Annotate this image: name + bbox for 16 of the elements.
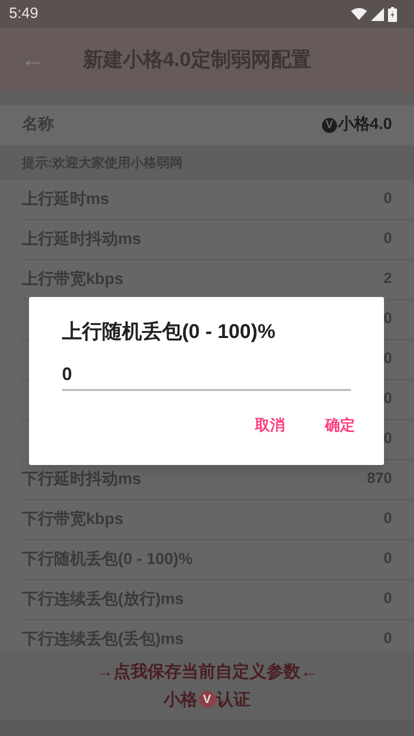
battery-icon <box>388 6 397 22</box>
v-badge: V <box>322 118 337 132</box>
save-text: →点我保存当前自定义参数← <box>96 661 318 683</box>
status-time: 5:49 <box>9 4 38 24</box>
back-button[interactable]: ← <box>0 28 66 92</box>
dialog-title: 上行随机丢包(0 - 100)% <box>62 320 276 345</box>
name-value: 小格4.0 <box>338 114 392 135</box>
cert-text: 小格 <box>164 688 198 710</box>
signal-icon <box>371 8 384 20</box>
v-badge: V <box>198 690 216 708</box>
wifi-icon <box>351 8 367 20</box>
dialog-button[interactable]: 确定 <box>325 411 355 442</box>
cert-text: 认证 <box>216 688 250 710</box>
input-field[interactable]: 0 <box>62 359 351 391</box>
save-bar[interactable]: →点我保存当前自定义参数← 小格 V 认证 <box>0 651 414 720</box>
dialog-button[interactable]: 取消 <box>255 411 285 442</box>
